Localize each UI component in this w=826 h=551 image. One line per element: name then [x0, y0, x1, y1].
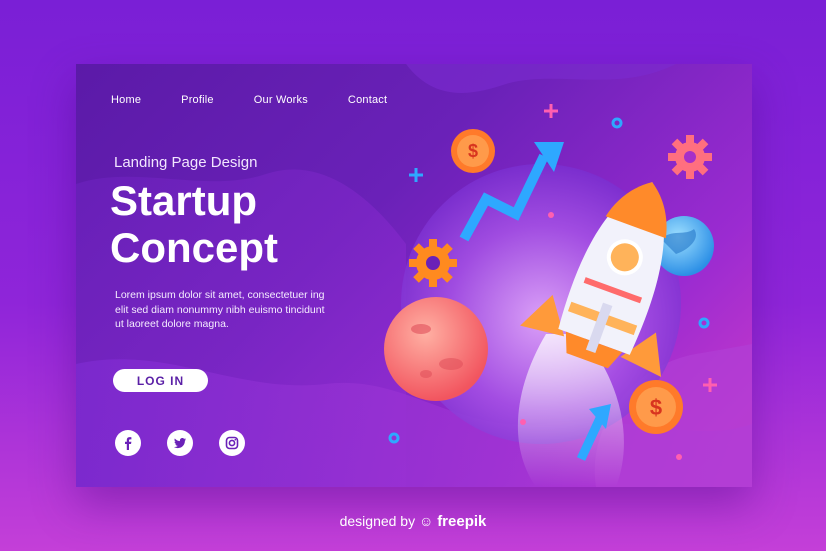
hero-title: Startup Concept	[110, 177, 350, 271]
facebook-button[interactable]	[115, 430, 141, 456]
bg-wave-top	[406, 64, 676, 93]
coin-top: $	[451, 129, 495, 173]
instagram-icon	[225, 436, 239, 450]
hero-subtitle: Landing Page Design	[114, 154, 258, 171]
attribution-brand[interactable]: freepik	[437, 513, 486, 530]
landing-card: $ $ Home Profile Our Works Contact Landi…	[76, 64, 752, 487]
freepik-logo-icon: ☺	[419, 513, 434, 529]
nav-profile[interactable]: Profile	[181, 94, 214, 106]
login-button[interactable]: LOG IN	[113, 369, 208, 392]
facebook-icon	[125, 437, 132, 450]
hero-title-line1: Startup	[110, 177, 257, 224]
main-nav: Home Profile Our Works Contact	[111, 94, 427, 106]
coin-top-symbol: $	[468, 141, 478, 161]
red-planet	[384, 297, 488, 401]
gear-orange	[409, 239, 457, 287]
coin-bottom: $	[629, 380, 683, 434]
attribution: designed by ☺ freepik	[0, 513, 826, 530]
coin-bottom-symbol: $	[650, 395, 662, 420]
hero-illustration: $ $	[76, 64, 752, 487]
twitter-button[interactable]	[167, 430, 193, 456]
attribution-prefix: designed by	[339, 513, 416, 529]
twitter-icon	[174, 438, 186, 449]
nav-home[interactable]: Home	[111, 94, 141, 106]
hero-description: Lorem ipsum dolor sit amet, consectetuer…	[115, 289, 325, 330]
instagram-button[interactable]	[219, 430, 245, 456]
nav-our-works[interactable]: Our Works	[254, 94, 308, 106]
hero-title-line2: Concept	[110, 224, 278, 271]
nav-contact[interactable]: Contact	[348, 94, 387, 106]
gear-pink	[668, 135, 712, 179]
